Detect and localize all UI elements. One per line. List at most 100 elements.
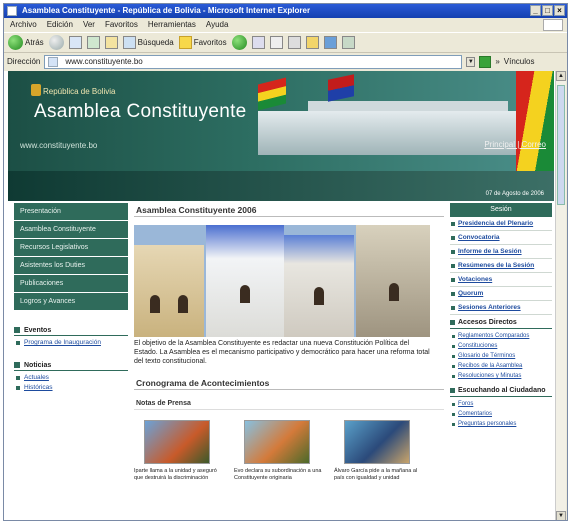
photo-building-3 xyxy=(284,235,354,337)
flag-image xyxy=(328,74,354,102)
main-content: Asamblea Constituyente 2006 El objetivo … xyxy=(134,203,444,481)
search-button[interactable]: Búsqueda xyxy=(122,36,174,49)
window-buttons: _ □ × xyxy=(530,5,565,16)
nav-asistentes[interactable]: Asistentes los Duties xyxy=(14,257,128,275)
noticias-heading: Noticias xyxy=(14,360,128,371)
scroll-thumb[interactable] xyxy=(557,85,565,205)
cronograma-title: Cronograma de Acontecimientos xyxy=(134,376,444,390)
session-quorum[interactable]: Quorum xyxy=(450,287,552,301)
citizen-comentarios[interactable]: Comentarios xyxy=(450,411,552,417)
address-url: www.constituyente.bo xyxy=(65,56,143,66)
link-historicas[interactable]: Históricas xyxy=(14,384,128,391)
access-glosario[interactable]: Glosario de Términos xyxy=(450,353,552,359)
links-label[interactable]: Vínculos xyxy=(504,57,535,66)
citizen-preguntas[interactable]: Preguntas personales xyxy=(450,421,552,427)
nav-logros[interactable]: Logros y Avances xyxy=(14,293,128,311)
notas-heading: Notas de Prensa xyxy=(134,398,444,410)
session-informe[interactable]: Informe de la Sesión xyxy=(450,245,552,259)
stop-button[interactable] xyxy=(68,36,82,49)
link-programa[interactable]: Programa de Inauguración xyxy=(14,339,128,346)
page-icon xyxy=(48,56,59,67)
browser-window: Asamblea Constituyente - República de Bo… xyxy=(3,3,568,521)
session-resumenes[interactable]: Resúmenes de la Sesión xyxy=(450,259,552,273)
left-nav: Presentación Asamblea Constituyente Recu… xyxy=(14,203,128,391)
folder-button[interactable] xyxy=(305,36,319,49)
windows-logo-icon xyxy=(543,19,563,31)
messenger-button[interactable] xyxy=(323,36,337,49)
access-constituciones[interactable]: Constituciones xyxy=(450,343,552,349)
address-dropdown[interactable]: ▼ xyxy=(466,56,476,67)
news-thumbnails: Iparte llama a la unidad y aseguró que d… xyxy=(134,420,444,481)
photo-building-4 xyxy=(356,225,430,337)
address-bar: Dirección www.constituyente.bo ▼ » Víncu… xyxy=(4,52,567,70)
media-button[interactable] xyxy=(341,36,355,49)
mail-button[interactable] xyxy=(251,36,265,49)
news-caption[interactable]: Álvaro García pide a la mañana al país c… xyxy=(334,468,424,481)
news-photo[interactable] xyxy=(244,420,310,464)
edit-button[interactable] xyxy=(287,36,301,49)
session-convocatoria[interactable]: Convocatoria xyxy=(450,231,552,245)
menu-bar: Archivo Edición Ver Favoritos Herramient… xyxy=(4,18,567,32)
menu-edicion[interactable]: Edición xyxy=(47,18,73,32)
nav-recursos[interactable]: Recursos Legislativos xyxy=(14,239,128,257)
link-actuales[interactable]: Actuales xyxy=(14,374,128,381)
colonial-buildings-photo xyxy=(134,225,430,337)
news-caption[interactable]: Evo declara su subordinación a una Const… xyxy=(234,468,324,481)
nav-asamblea[interactable]: Asamblea Constituyente xyxy=(14,221,128,239)
favorites-button[interactable]: Favoritos xyxy=(178,36,227,49)
access-resoluciones[interactable]: Resoluciones y Minutas xyxy=(450,373,552,379)
vertical-scrollbar[interactable]: ▲ ▼ xyxy=(555,71,566,520)
window-3 xyxy=(240,285,250,303)
close-button[interactable]: × xyxy=(554,5,565,16)
menu-ayuda[interactable]: Ayuda xyxy=(206,18,229,32)
citizen-foros[interactable]: Foros xyxy=(450,401,552,407)
header-links[interactable]: Principal | Correo xyxy=(484,140,546,149)
window-2 xyxy=(178,295,188,313)
window-5 xyxy=(389,283,399,301)
maximize-button[interactable]: □ xyxy=(542,5,553,16)
access-reglamentos[interactable]: Reglamentos Comparados xyxy=(450,333,552,339)
menu-archivo[interactable]: Archivo xyxy=(10,18,37,32)
nav-publicaciones[interactable]: Publicaciones xyxy=(14,275,128,293)
star-icon xyxy=(178,36,192,49)
window-4 xyxy=(314,287,324,305)
main-title: Asamblea Constituyente 2006 xyxy=(134,203,444,217)
ie-icon xyxy=(7,6,17,16)
page-viewport: República de Bolivia Asamblea Constituye… xyxy=(4,71,556,520)
refresh-button[interactable] xyxy=(86,36,100,49)
news-photo[interactable] xyxy=(344,420,410,464)
news-item[interactable]: Evo declara su subordinación a una Const… xyxy=(234,420,324,481)
home-button[interactable] xyxy=(104,36,118,49)
search-icon xyxy=(122,36,136,49)
window-title: Asamblea Constituyente - República de Bo… xyxy=(22,6,311,15)
bolivia-seal-icon xyxy=(31,84,41,96)
back-icon xyxy=(8,35,23,50)
session-votaciones[interactable]: Votaciones xyxy=(450,273,552,287)
menu-herramientas[interactable]: Herramientas xyxy=(148,18,196,32)
scroll-down-button[interactable]: ▼ xyxy=(556,511,566,520)
session-presidencia[interactable]: Presidencia del Plenario xyxy=(450,217,552,231)
forward-button[interactable] xyxy=(48,35,64,50)
flag-banner-image xyxy=(516,71,554,171)
news-caption[interactable]: Iparte llama a la unidad y aseguró que d… xyxy=(134,468,224,481)
current-date: 07 de Agosto de 2006 xyxy=(485,191,544,197)
menu-ver[interactable]: Ver xyxy=(83,18,95,32)
address-input[interactable]: www.constituyente.bo xyxy=(44,54,463,69)
news-item[interactable]: Iparte llama a la unidad y aseguró que d… xyxy=(134,420,224,481)
news-photo[interactable] xyxy=(144,420,210,464)
site-url: www.constituyente.bo xyxy=(20,141,98,150)
go-button[interactable] xyxy=(479,55,492,68)
session-anteriores[interactable]: Sesiones Anteriores xyxy=(450,301,552,315)
scroll-up-button[interactable]: ▲ xyxy=(556,71,566,81)
nav-presentacion[interactable]: Presentación xyxy=(14,203,128,221)
print-button[interactable] xyxy=(269,36,283,49)
title-bar: Asamblea Constituyente - República de Bo… xyxy=(4,4,567,18)
news-item[interactable]: Álvaro García pide a la mañana al país c… xyxy=(334,420,424,481)
access-recibos[interactable]: Recibos de la Asamblea xyxy=(450,363,552,369)
history-button[interactable] xyxy=(231,35,247,50)
go-arrow-icon: » xyxy=(495,57,500,66)
bolivia-flag-image xyxy=(258,77,286,111)
menu-favoritos[interactable]: Favoritos xyxy=(105,18,138,32)
back-button[interactable]: Atrás xyxy=(8,35,44,50)
minimize-button[interactable]: _ xyxy=(530,5,541,16)
